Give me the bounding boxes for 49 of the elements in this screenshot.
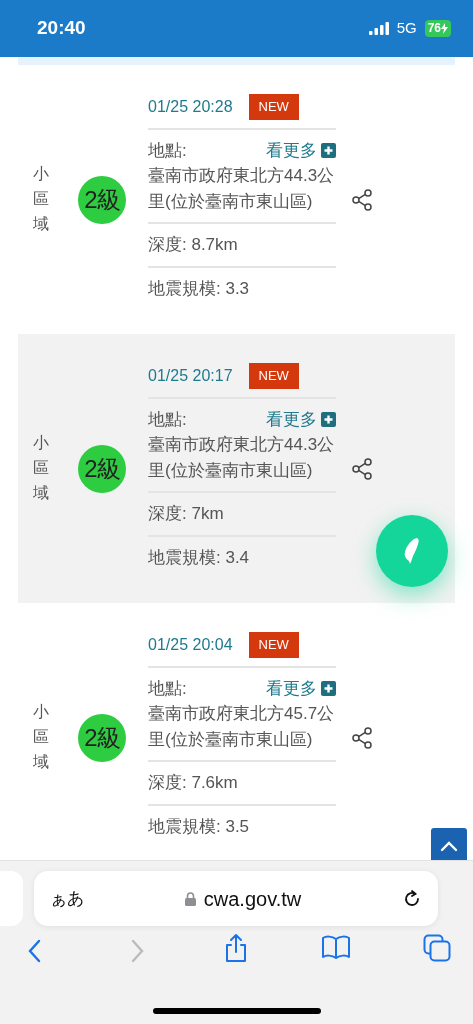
see-more-link[interactable]: 看更多 xyxy=(266,675,336,701)
plus-icon xyxy=(321,411,336,427)
location-text: 臺南市政府東北方45.7公里(位於臺南市東山區) xyxy=(148,703,336,751)
see-more-link[interactable]: 看更多 xyxy=(266,406,336,432)
address-bar[interactable]: ぁあ cwa.gov.tw xyxy=(34,871,438,926)
plus-icon xyxy=(321,680,336,696)
clock-time: 20:40 xyxy=(37,16,86,41)
url-text: cwa.gov.tw xyxy=(203,886,302,912)
share-icon[interactable] xyxy=(351,726,373,749)
tabs-icon[interactable] xyxy=(423,934,451,962)
see-more-link[interactable]: 看更多 xyxy=(266,137,336,163)
intensity-badge: 2級 xyxy=(78,444,126,493)
reload-icon[interactable] xyxy=(402,888,422,909)
share-icon[interactable] xyxy=(224,933,248,963)
intensity-badge: 2級 xyxy=(78,175,126,224)
signal-icon xyxy=(368,22,389,35)
new-tag: NEW xyxy=(248,363,299,389)
share-icon[interactable] xyxy=(351,188,373,211)
bookmarks-icon[interactable] xyxy=(321,935,351,959)
text-size-button[interactable]: ぁあ xyxy=(50,885,84,912)
battery-indicator: 76 xyxy=(424,20,451,37)
location-label: 地點: xyxy=(148,677,187,700)
share-icon[interactable] xyxy=(351,457,373,480)
event-time: 01/25 20:04 xyxy=(148,634,233,655)
scroll-top-button[interactable] xyxy=(431,828,467,860)
magnitude-text: 地震規模: 3.5 xyxy=(148,816,250,836)
new-tag: NEW xyxy=(248,632,299,658)
intensity-badge: 2級 xyxy=(78,713,126,762)
location-text: 臺南市政府東北方44.3公里(位於臺南市東山區) xyxy=(148,434,336,482)
event-time: 01/25 20:17 xyxy=(148,365,233,386)
location-label: 地點: xyxy=(148,408,187,431)
network-label: 5G xyxy=(396,18,417,39)
new-tag: NEW xyxy=(248,94,299,120)
magnitude-text: 地震規模: 3.4 xyxy=(148,547,250,567)
chevron-up-icon xyxy=(440,840,458,852)
depth-text: 深度: 8.7km xyxy=(148,235,238,254)
magnitude-text: 地震規模: 3.3 xyxy=(148,278,250,298)
island-icon xyxy=(404,537,420,565)
back-icon[interactable] xyxy=(27,939,43,963)
area-label: 小區域 xyxy=(33,702,49,772)
depth-text: 深度: 7km xyxy=(148,504,224,523)
location-text: 臺南市政府東北方44.3公里(位於臺南市東山區) xyxy=(148,165,336,213)
area-label: 小區域 xyxy=(33,433,49,503)
plus-icon xyxy=(321,142,336,158)
depth-text: 深度: 7.6km xyxy=(148,773,238,792)
lock-icon xyxy=(184,891,196,906)
event-time: 01/25 20:28 xyxy=(148,96,233,117)
area-label: 小區域 xyxy=(33,164,49,234)
location-label: 地點: xyxy=(148,139,187,162)
